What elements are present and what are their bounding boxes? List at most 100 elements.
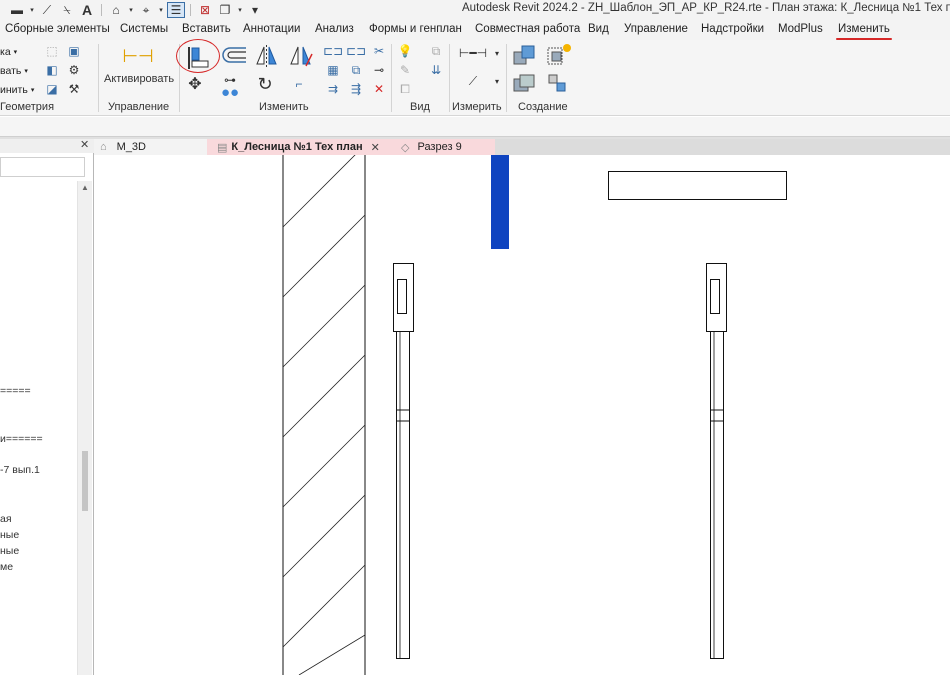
tab-prefab[interactable]: Сборные элементы <box>5 23 110 35</box>
chevron-down-icon[interactable]: ▾ <box>236 2 244 18</box>
measure-icon[interactable]: ⊢━⊣ <box>458 45 488 61</box>
chevron-down-icon[interactable]: ▾ <box>28 2 36 18</box>
delete-icon[interactable]: ✕ <box>370 81 388 97</box>
mirror-draw-axis-icon[interactable] <box>288 44 314 71</box>
paint-icon[interactable]: ◧ <box>43 62 61 78</box>
options-bar <box>0 117 950 137</box>
panel-create-label: Создание <box>518 101 568 113</box>
trim-extend-multiple-icon[interactable]: ⇉ <box>324 81 342 97</box>
cut-geometry-icon[interactable]: ▣ <box>65 43 83 59</box>
rotate-icon[interactable]: ↻ <box>256 74 274 94</box>
browser-item[interactable]: ные <box>0 529 19 541</box>
create-parts-icon[interactable] <box>545 43 573 72</box>
toggle-windows-icon[interactable]: ☰ <box>167 2 185 18</box>
panel-geometry-label: Геометрия <box>0 101 55 113</box>
trim-extend-single-icon[interactable]: ⇶ <box>347 81 365 97</box>
column-right[interactable] <box>706 263 727 659</box>
tab-insert[interactable]: Вставить <box>182 23 231 35</box>
split-element-icon[interactable]: ⊏⊐ <box>323 43 343 59</box>
close-icon[interactable]: ✕ <box>80 138 89 151</box>
demolish-icon[interactable]: ⚒ <box>65 81 83 97</box>
browser-search-input[interactable] <box>0 157 85 177</box>
join-geometry-icon[interactable]: ⬚ <box>43 43 61 59</box>
hide-icon[interactable]: 💡 <box>396 43 414 59</box>
tag-icon[interactable]: ⍀ <box>58 2 76 18</box>
array-icon[interactable]: ▦ <box>324 62 342 78</box>
view-tab-label: Разрез 9 <box>417 141 462 153</box>
tab-collaborate[interactable]: Совместная работа <box>475 23 580 35</box>
view-tab-floor-plan[interactable]: ▤ К_Лесница №1 Тех план ✕ <box>207 139 395 155</box>
offset-icon[interactable] <box>222 46 248 69</box>
chevron-down-icon[interactable]: ▾ <box>157 2 165 18</box>
copy-circles-icon[interactable]: ●● <box>221 84 239 101</box>
activate-dimensions-button[interactable]: Активировать <box>104 73 174 85</box>
filter-icon[interactable]: ⇊ <box>427 62 445 78</box>
browser-item[interactable]: ая <box>0 513 12 525</box>
hatched-wall <box>282 144 366 675</box>
split-with-gap-icon[interactable]: ⊏⊐ <box>346 43 366 59</box>
floor-plan-drawing <box>282 144 787 675</box>
browser-item[interactable]: ме <box>0 561 13 573</box>
geometry-row-3[interactable]: инить ▾ <box>0 84 34 96</box>
tab-massing-site[interactable]: Формы и генплан <box>369 23 462 35</box>
create-assembly-icon[interactable] <box>512 43 538 70</box>
browser-item[interactable]: -7 вып.1 <box>0 464 40 476</box>
switch-windows-icon[interactable]: ❐ <box>216 2 234 18</box>
view-tab-3d[interactable]: ⌂ M_3D <box>94 139 207 155</box>
geometry-row-2[interactable]: вать ▾ <box>0 65 28 77</box>
thin-lines-icon[interactable]: ▬ <box>8 2 26 18</box>
section-icon: ◇ <box>401 141 410 154</box>
wall-joins-icon[interactable]: ◪ <box>43 81 61 97</box>
scroll-thumb[interactable] <box>82 451 88 511</box>
tab-annotate[interactable]: Аннотации <box>243 23 300 35</box>
chevron-down-icon[interactable]: ▾ <box>488 45 506 61</box>
tab-view[interactable]: Вид <box>588 23 609 35</box>
home-icon[interactable]: ⌂ <box>107 2 125 18</box>
override-icon[interactable]: ⧉ <box>427 43 445 59</box>
panel-view-label: Вид <box>410 101 430 113</box>
tab-analyze[interactable]: Анализ <box>315 23 354 35</box>
mirror-pick-axis-icon[interactable] <box>254 44 280 71</box>
selected-element[interactable] <box>491 155 509 249</box>
browser-item[interactable]: ные <box>0 545 19 557</box>
browser-scrollbar[interactable]: ▲ <box>77 181 92 675</box>
window-title: Autodesk Revit 2024.2 - ZH_Шаблон_ЭП_АР_… <box>462 2 950 14</box>
tab-manage[interactable]: Управление <box>624 23 688 35</box>
geometry-row-1[interactable]: ка ▾ <box>0 46 17 58</box>
view-tab-bar: ⌂ M_3D ▤ К_Лесница №1 Тех план ✕ ◇ Разре… <box>94 139 950 155</box>
browser-item[interactable]: ===== <box>0 385 31 397</box>
linework-icon[interactable]: ✎ <box>396 62 414 78</box>
column-left[interactable] <box>393 263 414 659</box>
tab-modplus[interactable]: ModPlus <box>778 23 823 35</box>
trim-corner-icon[interactable]: ⌐ <box>290 76 308 92</box>
panel-measure-label: Измерить <box>452 101 502 113</box>
create-similar-icon[interactable] <box>545 71 571 98</box>
view-tab-section[interactable]: ◇ Разрез 9 <box>395 139 495 155</box>
activate-dimensions-icon[interactable]: ⊢⊣ <box>122 44 153 68</box>
chevron-down-icon: ▾ <box>13 49 18 56</box>
panel-separator <box>98 44 99 112</box>
section-icon[interactable]: ⌖ <box>137 2 155 18</box>
drawing-canvas[interactable] <box>94 144 950 675</box>
chevron-down-icon[interactable]: ▾ <box>127 2 135 18</box>
close-icon[interactable]: ✕ <box>371 141 380 154</box>
aligned-dimension-icon[interactable]: ⟋ <box>38 2 56 18</box>
aligned-dimension-icon[interactable]: ⟋ <box>458 73 488 89</box>
customize-qat-icon[interactable]: ▾ <box>246 2 264 18</box>
close-hidden-icon[interactable]: ⊠ <box>196 2 214 18</box>
scale-icon[interactable]: ⧉ <box>347 62 365 78</box>
tab-addins[interactable]: Надстройки <box>701 23 764 35</box>
move-icon[interactable]: ✥ <box>186 76 204 93</box>
annotation-box[interactable] <box>608 171 787 200</box>
chevron-up-icon[interactable]: ▲ <box>81 183 89 192</box>
tab-modify[interactable]: Изменить <box>838 23 890 35</box>
chevron-down-icon[interactable]: ▾ <box>488 73 506 89</box>
pin-icon[interactable]: ⊸ <box>370 62 388 78</box>
split-face-icon[interactable]: ⚙ <box>65 62 83 78</box>
text-icon[interactable]: A <box>78 2 96 18</box>
tab-systems[interactable]: Системы <box>120 23 168 35</box>
unpin-icon[interactable]: ✂ <box>370 43 388 59</box>
create-group-icon[interactable] <box>512 71 538 98</box>
view-properties-icon[interactable]: ⧠ <box>396 81 414 97</box>
browser-item[interactable]: и====== <box>0 433 43 445</box>
